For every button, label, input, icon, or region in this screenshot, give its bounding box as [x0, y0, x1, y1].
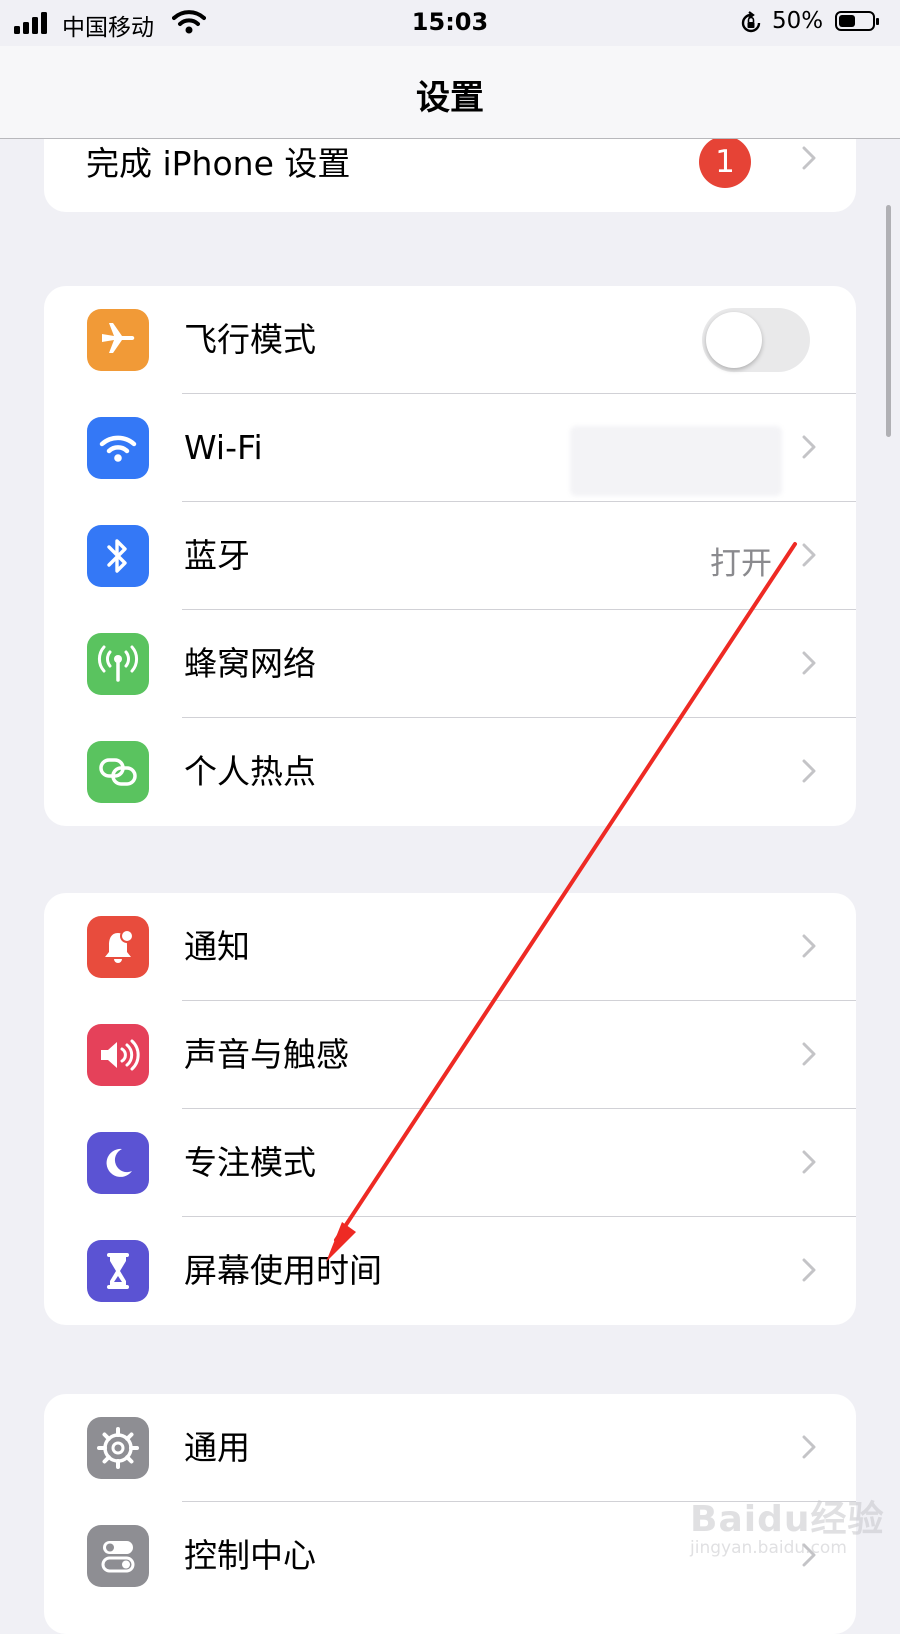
general-row[interactable]: 通用	[44, 1394, 856, 1502]
chevron-right-icon	[802, 1042, 816, 1066]
chevron-right-icon	[802, 934, 816, 958]
sounds-haptics-label: 声音与触感	[184, 1035, 349, 1074]
notifications-group: 通知 声音与触感 专注模式 屏幕使用时间	[44, 893, 856, 1325]
speaker-icon	[87, 1024, 149, 1086]
focus-mode-label: 专注模式	[184, 1143, 316, 1182]
notifications-row[interactable]: 通知	[44, 893, 856, 1001]
scroll-indicator[interactable]	[886, 205, 891, 437]
airplane-icon	[87, 309, 149, 371]
cellular-label: 蜂窝网络	[184, 644, 316, 683]
chevron-right-icon	[802, 435, 816, 459]
hourglass-icon	[87, 1240, 149, 1302]
toggle-knob	[706, 312, 762, 368]
battery-icon	[835, 11, 879, 31]
airplane-mode-label: 飞行模式	[184, 320, 316, 359]
baidu-jingyan-watermark: Baidu经验 jingyan.baidu.com	[690, 1490, 890, 1558]
airplane-mode-toggle[interactable]	[702, 308, 810, 372]
chevron-right-icon	[802, 1435, 816, 1459]
personal-hotspot-row[interactable]: 个人热点	[44, 718, 856, 826]
connectivity-group: 飞行模式 Wi-Fi 蓝牙 打开 蜂窝网络 个人热点	[44, 286, 856, 826]
watermark-main: Baidu经验	[690, 1499, 885, 1540]
status-bar: 中国移动 15:03 50%	[0, 0, 900, 46]
bluetooth-label: 蓝牙	[184, 536, 250, 575]
wifi-icon	[87, 417, 149, 479]
bell-icon	[87, 916, 149, 978]
finish-setup-label: 完成 iPhone 设置	[86, 144, 351, 183]
screen-time-row[interactable]: 屏幕使用时间	[44, 1217, 856, 1325]
switches-icon	[87, 1525, 149, 1587]
rotation-lock-icon	[741, 11, 761, 33]
personal-hotspot-label: 个人热点	[184, 752, 316, 791]
notification-badge: 1	[699, 136, 751, 188]
focus-mode-row[interactable]: 专注模式	[44, 1109, 856, 1217]
navigation-bar: 设置	[0, 46, 900, 139]
chevron-right-icon	[802, 651, 816, 675]
gear-icon	[87, 1417, 149, 1479]
moon-icon	[87, 1132, 149, 1194]
chevron-right-icon	[802, 1258, 816, 1282]
wifi-label: Wi-Fi	[184, 428, 263, 467]
chevron-right-icon	[802, 759, 816, 783]
chevron-right-icon	[802, 543, 816, 567]
hotspot-icon	[87, 741, 149, 803]
battery-percentage: 50%	[772, 8, 824, 34]
bluetooth-icon	[87, 525, 149, 587]
chevron-right-icon	[802, 1150, 816, 1174]
general-label: 通用	[184, 1428, 250, 1467]
screen-time-label: 屏幕使用时间	[184, 1251, 382, 1290]
page-title: 设置	[416, 78, 484, 118]
cellular-icon	[87, 633, 149, 695]
sounds-haptics-row[interactable]: 声音与触感	[44, 1001, 856, 1109]
clock-time: 15:03	[411, 8, 489, 36]
cellular-row[interactable]: 蜂窝网络	[44, 610, 856, 718]
bluetooth-status-value: 打开	[710, 546, 772, 582]
bluetooth-row[interactable]: 蓝牙 打开	[44, 502, 856, 610]
redacted-wifi-network-name	[570, 426, 782, 496]
control-center-label: 控制中心	[184, 1536, 316, 1575]
notifications-label: 通知	[184, 927, 250, 966]
airplane-mode-row: 飞行模式	[44, 286, 856, 394]
chevron-right-icon	[802, 146, 816, 170]
